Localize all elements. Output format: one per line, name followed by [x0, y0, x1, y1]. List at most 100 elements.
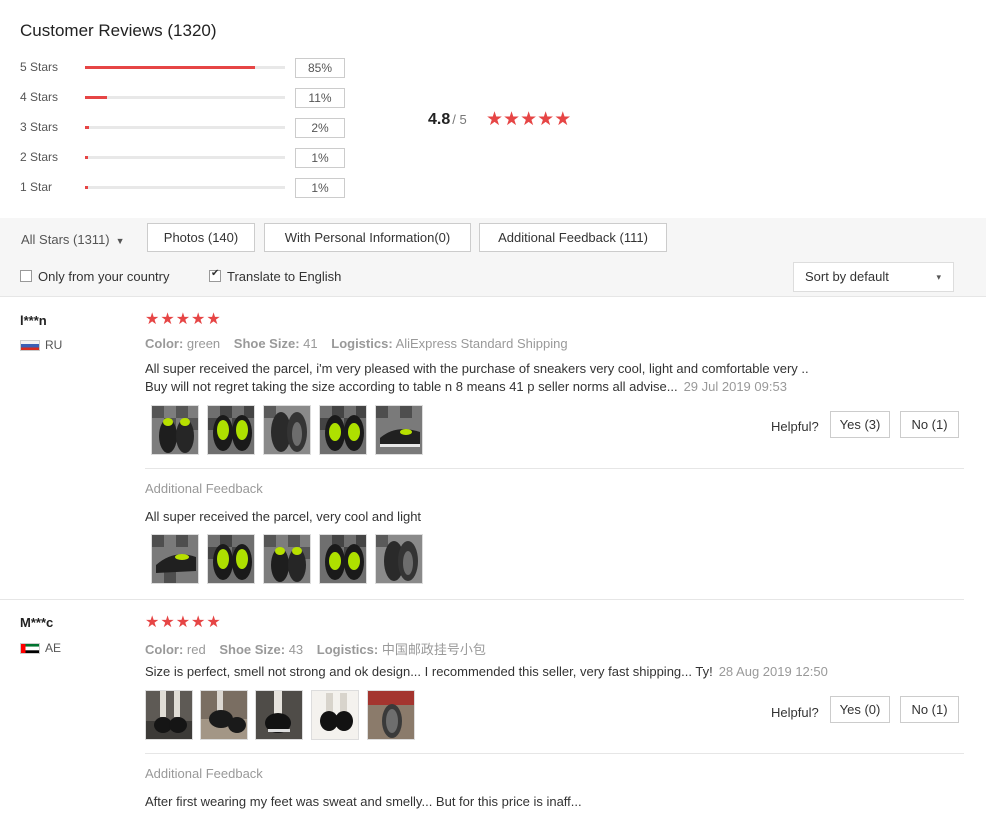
review-photo[interactable]	[207, 405, 255, 455]
sneaker-photo	[264, 535, 310, 583]
reviews-title: Customer Reviews (1320)	[20, 21, 217, 40]
star-icon: ★	[520, 109, 538, 130]
review-photo[interactable]	[375, 405, 423, 455]
shoe-size-label: Shoe Size:	[219, 642, 286, 657]
review-item: l***n RU ★★★★★ Color: green Shoe Size: 4…	[0, 297, 986, 600]
star-bar-track	[85, 66, 285, 69]
photos-filter-button[interactable]: Photos (140)	[147, 223, 255, 252]
shoe-size-value: 43	[288, 642, 304, 657]
sneaker-photo	[208, 535, 254, 583]
chevron-down-icon: ▾	[936, 272, 941, 282]
sneaker-photo	[256, 691, 302, 739]
star-icon: ★	[191, 614, 207, 631]
star-row-percent: 2%	[295, 118, 345, 138]
star-icon: ★	[145, 311, 161, 328]
star-bar-fill	[85, 96, 107, 99]
review-photo[interactable]	[145, 690, 193, 740]
helpful-no-button[interactable]: No (1)	[900, 696, 959, 723]
reviewer-name: l***n	[20, 313, 47, 328]
review-photo[interactable]	[319, 405, 367, 455]
review-text-line: All super received the parcel, i'm very …	[145, 361, 809, 376]
sneaker-photo	[376, 535, 422, 583]
sneaker-photo	[264, 406, 310, 454]
divider	[145, 753, 964, 754]
review-photo[interactable]	[151, 405, 199, 455]
additional-feedback-text: All super received the parcel, very cool…	[145, 509, 422, 524]
star-row-5[interactable]: 5 Stars 85%	[20, 58, 350, 78]
star-icon: ★	[537, 109, 555, 130]
review-photos	[145, 405, 423, 455]
star-row-percent: 85%	[295, 58, 345, 78]
star-icon: ★	[486, 109, 504, 130]
chevron-down-icon: ▼	[115, 236, 125, 246]
sneaker-photo	[152, 406, 198, 454]
additional-feedback-filter-button[interactable]: Additional Feedback (111)	[479, 223, 667, 252]
all-stars-dropdown[interactable]: All Stars (1311) ▼	[21, 232, 125, 247]
star-row-percent: 1%	[295, 148, 345, 168]
star-bar-fill	[85, 126, 89, 129]
star-row-label: 1 Star	[20, 180, 53, 194]
review-photo[interactable]	[200, 690, 248, 740]
review-text: Size is perfect, smell not strong and ok…	[145, 663, 905, 681]
review-photos	[145, 690, 415, 740]
personal-info-filter-button[interactable]: With Personal Information(0)	[264, 223, 471, 252]
sneaker-photo	[320, 535, 366, 583]
review-photo[interactable]	[207, 534, 255, 584]
star-row-1[interactable]: 1 Star 1%	[20, 178, 350, 198]
color-value: red	[186, 642, 206, 657]
star-row-label: 5 Stars	[20, 60, 59, 74]
star-icon: ★	[554, 109, 572, 130]
star-icon: ★	[191, 311, 207, 328]
sneaker-photo	[201, 691, 247, 739]
only-country-checkbox[interactable]	[20, 270, 32, 282]
star-icon: ★	[206, 614, 222, 631]
star-row-4[interactable]: 4 Stars 11%	[20, 88, 350, 108]
star-icon: ★	[145, 614, 161, 631]
color-value: green	[186, 336, 221, 351]
review-photo[interactable]	[151, 534, 199, 584]
helpful-no-button[interactable]: No (1)	[900, 411, 959, 438]
color-label: Color:	[145, 336, 184, 351]
additional-feedback-title: Additional Feedback	[145, 481, 263, 496]
reviewer-name: M***c	[20, 615, 54, 630]
helpful-yes-button[interactable]: Yes (0)	[830, 696, 890, 723]
review-text-line: Buy will not regret taking the size acco…	[145, 379, 678, 394]
star-bar-track	[85, 96, 285, 99]
sort-dropdown[interactable]: Sort by default ▾	[793, 262, 954, 292]
review-photo[interactable]	[263, 405, 311, 455]
sneaker-photo	[376, 406, 422, 454]
star-row-3[interactable]: 3 Stars 2%	[20, 118, 350, 138]
star-row-label: 2 Stars	[20, 150, 59, 164]
star-bar-track	[85, 126, 285, 129]
logistics-value: AliExpress Standard Shipping	[395, 336, 568, 351]
rating-stars: ★★★★★	[486, 110, 571, 129]
helpful-label: Helpful?	[771, 705, 819, 720]
star-bar-fill	[85, 156, 88, 159]
review-photo[interactable]	[319, 534, 367, 584]
review-photo[interactable]	[367, 690, 415, 740]
star-row-2[interactable]: 2 Stars 1%	[20, 148, 350, 168]
color-label: Color:	[145, 642, 184, 657]
review-photo[interactable]	[263, 534, 311, 584]
all-stars-label: All Stars (1311)	[21, 232, 110, 247]
star-icon: ★	[503, 109, 521, 130]
reviews-summary: Customer Reviews (1320) 5 Stars 85% 4 St…	[0, 0, 986, 218]
helpful-yes-button[interactable]: Yes (3)	[830, 411, 890, 438]
review-stars: ★★★★★	[145, 312, 222, 328]
only-country-label: Only from your country	[38, 269, 170, 284]
logistics-label: Logistics:	[316, 642, 379, 657]
star-icon: ★	[175, 614, 192, 631]
review-meta: Color: green Shoe Size: 41 Logistics: Al…	[145, 336, 568, 351]
translate-checkbox[interactable]	[209, 268, 221, 282]
sneaker-photo	[152, 535, 198, 583]
helpful-label: Helpful?	[771, 419, 819, 434]
star-row-percent: 1%	[295, 178, 345, 198]
review-photo[interactable]	[255, 690, 303, 740]
review-photo[interactable]	[311, 690, 359, 740]
sneaker-photo	[146, 691, 192, 739]
review-photo[interactable]	[375, 534, 423, 584]
star-icon: ★	[160, 311, 176, 328]
shoe-size-label: Shoe Size:	[233, 336, 300, 351]
sneaker-photo	[312, 691, 358, 739]
logistics-value: 中国邮政挂号小包	[381, 642, 486, 657]
